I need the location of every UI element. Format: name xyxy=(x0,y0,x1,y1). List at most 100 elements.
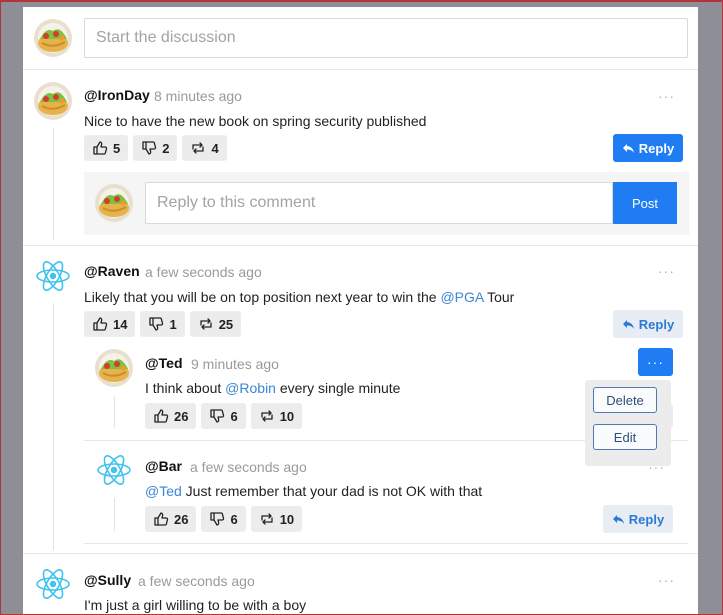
share-button[interactable]: 10 xyxy=(250,403,303,429)
reply-text-part: Just remember that your dad is not OK wi… xyxy=(181,483,483,499)
edit-menu-item[interactable]: Edit xyxy=(593,424,657,450)
comment-timestamp: 8 minutes ago xyxy=(154,88,242,104)
thumbs-down-icon xyxy=(210,409,225,423)
bar-avatar xyxy=(95,451,133,489)
share-count: 25 xyxy=(218,316,234,332)
menu-notch xyxy=(665,404,673,428)
mention-link[interactable]: @Ted xyxy=(145,483,182,499)
thumbs-up-icon xyxy=(154,409,169,423)
comment-username[interactable]: @Raven xyxy=(84,263,140,279)
options-menu: Delete Edit xyxy=(585,380,673,466)
reply-button[interactable]: Reply xyxy=(613,134,683,162)
like-button[interactable]: 14 xyxy=(84,311,136,337)
thread-line xyxy=(53,128,54,240)
thumbs-up-icon xyxy=(93,317,108,331)
comment-text-part: Tour xyxy=(483,289,515,305)
reply-arrow-icon xyxy=(622,319,634,329)
mention-link[interactable]: @PGA xyxy=(440,289,483,305)
more-options-icon[interactable]: ··· xyxy=(658,573,675,587)
reply-label: Reply xyxy=(638,140,675,156)
reply-text-part: every single minute xyxy=(275,380,401,396)
comment-username[interactable]: @IronDay xyxy=(84,87,150,103)
dislike-button[interactable]: 1 xyxy=(140,311,185,337)
reply-button[interactable]: Reply xyxy=(603,505,673,533)
like-count: 14 xyxy=(113,316,128,332)
retweet-icon xyxy=(192,142,205,154)
post-button[interactable]: Post xyxy=(613,182,677,224)
more-options-icon[interactable]: ··· xyxy=(658,264,675,278)
share-count: 10 xyxy=(279,408,295,424)
dislike-button[interactable]: 6 xyxy=(201,403,246,429)
share-button[interactable]: 10 xyxy=(250,506,303,532)
vote-group: 5 2 4 xyxy=(84,135,227,161)
reply-text-part: I think about xyxy=(145,380,226,396)
thumbs-down-icon xyxy=(142,141,157,155)
dislike-count: 6 xyxy=(230,511,238,527)
thread-line xyxy=(114,498,115,531)
reply-button[interactable]: Reply xyxy=(613,310,683,338)
dislike-count: 2 xyxy=(162,140,170,156)
divider xyxy=(23,245,698,246)
more-options-button[interactable]: ··· xyxy=(638,348,673,376)
dislike-button[interactable]: 2 xyxy=(133,135,178,161)
react-logo-icon xyxy=(36,261,70,291)
comment-text: I'm just a girl willing to be with a boy xyxy=(84,597,307,613)
reply-username[interactable]: @Ted xyxy=(145,355,183,371)
taco-avatar-icon xyxy=(99,194,129,217)
thumbs-up-icon xyxy=(93,141,108,155)
thumbs-down-icon xyxy=(149,317,164,331)
delete-menu-item[interactable]: Delete xyxy=(593,387,657,413)
like-button[interactable]: 26 xyxy=(145,506,197,532)
like-count: 5 xyxy=(113,140,121,156)
share-count: 10 xyxy=(279,511,295,527)
taco-avatar-icon xyxy=(38,29,68,52)
sully-avatar xyxy=(34,565,72,603)
comment-timestamp: a few seconds ago xyxy=(145,264,262,280)
vote-group: 14 1 25 xyxy=(84,311,242,337)
irondday-avatar xyxy=(34,82,72,120)
vote-group: 26 6 10 xyxy=(145,506,303,532)
dislike-count: 6 xyxy=(230,408,238,424)
thread-line xyxy=(114,396,115,428)
like-count: 26 xyxy=(174,408,189,424)
react-logo-icon xyxy=(97,455,131,485)
divider xyxy=(23,553,698,554)
mention-link[interactable]: @Robin xyxy=(225,380,276,396)
like-button[interactable]: 5 xyxy=(84,135,129,161)
thread-line xyxy=(53,303,54,550)
react-logo-icon xyxy=(36,569,70,599)
reply-timestamp: a few seconds ago xyxy=(190,459,307,475)
like-button[interactable]: 26 xyxy=(145,403,197,429)
reply-username[interactable]: @Bar xyxy=(145,458,182,474)
discussion-panel: Start the discussion @IronDay 8 minutes … xyxy=(23,7,698,615)
comment-username[interactable]: @Sully xyxy=(84,572,131,588)
start-discussion-input[interactable]: Start the discussion xyxy=(84,18,688,58)
reply-avatar xyxy=(95,184,133,222)
reply-arrow-icon xyxy=(622,143,634,153)
divider xyxy=(23,69,698,70)
vote-group: 26 6 10 xyxy=(145,403,303,429)
like-count: 26 xyxy=(174,511,189,527)
taco-avatar-icon xyxy=(99,359,129,382)
reply-arrow-icon xyxy=(612,514,624,524)
more-options-icon[interactable]: ··· xyxy=(658,89,675,103)
reply-text: I think about @Robin every single minute xyxy=(145,380,400,396)
reply-label: Reply xyxy=(638,316,675,332)
reply-text: @Ted Just remember that your dad is not … xyxy=(145,483,482,499)
reply-label: Reply xyxy=(628,511,665,527)
ted-avatar xyxy=(95,349,133,387)
comment-text-part: Likely that you will be on top position … xyxy=(84,289,441,305)
dislike-button[interactable]: 6 xyxy=(201,506,246,532)
comment-text: Likely that you will be on top position … xyxy=(84,289,514,305)
reply-input[interactable]: Reply to this comment xyxy=(145,182,613,224)
comment-text: Nice to have the new book on spring secu… xyxy=(84,113,427,129)
taco-avatar-icon xyxy=(38,92,68,115)
thumbs-down-icon xyxy=(210,512,225,526)
share-button[interactable]: 25 xyxy=(189,311,242,337)
thumbs-up-icon xyxy=(154,512,169,526)
share-button[interactable]: 4 xyxy=(182,135,227,161)
share-count: 4 xyxy=(211,140,219,156)
retweet-icon xyxy=(261,513,273,525)
raven-avatar xyxy=(34,257,72,295)
comment-timestamp: a few seconds ago xyxy=(138,573,255,589)
